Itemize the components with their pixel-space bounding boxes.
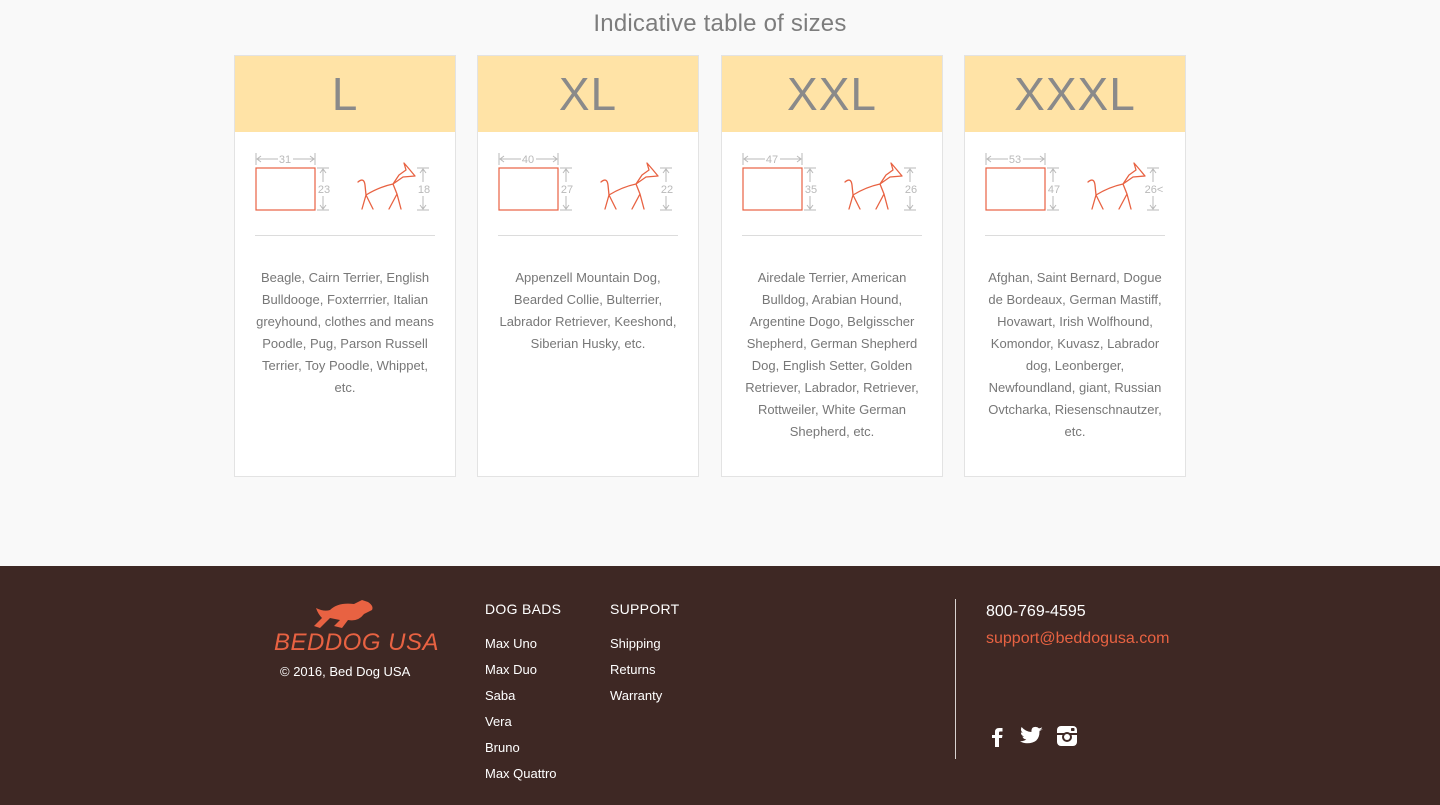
dog-bads-column: DOG BADS Max Uno Max Duo Saba Vera Bruno… (485, 601, 561, 787)
card-divider (498, 235, 678, 236)
footer-link-max-uno[interactable]: Max Uno (485, 631, 561, 657)
dog-icon (600, 162, 659, 210)
bed-width: 47 (766, 154, 778, 166)
breed-list: Afghan, Saint Bernard, Dogue de Bordeaux… (988, 270, 1162, 439)
support-column: SUPPORT Shipping Returns Warranty (610, 601, 680, 709)
bed-depth: 23 (318, 184, 330, 196)
breed-list: Airedale Terrier, American Bulldog, Arab… (745, 270, 919, 439)
dog-height: 22 (661, 184, 673, 196)
dog-height: 18 (418, 184, 430, 196)
bed-width: 31 (279, 154, 291, 166)
footer-link-shipping[interactable]: Shipping (610, 631, 680, 657)
bed-depth: 35 (805, 184, 817, 196)
dog-icon (844, 162, 903, 210)
bed-dimensions-diagram: 47 35 26 (742, 153, 917, 211)
dog-icon (357, 162, 416, 210)
card-divider (742, 235, 922, 236)
dog-height: 26< (1145, 184, 1164, 196)
phone-number[interactable]: 800-769-4595 (986, 603, 1086, 621)
page-title: Indicative table of sizes (593, 10, 847, 37)
size-label: XXXL (965, 56, 1185, 132)
facebook-icon[interactable] (985, 724, 1009, 748)
footer-divider (955, 599, 956, 759)
size-card-xxxl: XXXL 53 47 26< Afghan, Saint Bernard, Do… (964, 55, 1186, 477)
bed-width: 53 (1009, 154, 1021, 166)
size-label: XL (478, 56, 698, 132)
dog-icon (1087, 162, 1146, 210)
size-label: L (235, 56, 455, 132)
footer-link-vera[interactable]: Vera (485, 709, 561, 735)
bed-depth: 27 (561, 184, 573, 196)
footer-link-returns[interactable]: Returns (610, 657, 680, 683)
bed-dimensions-diagram: 40 27 22 (498, 153, 673, 211)
bed-dimensions-diagram: 31 23 18 (255, 153, 430, 211)
dog-bads-title: DOG BADS (485, 601, 562, 617)
instagram-icon[interactable] (1055, 724, 1079, 748)
footer (0, 566, 1440, 805)
size-cards: L 31 23 18 Beagle, Cairn Terrier, Englis… (234, 55, 1186, 477)
card-divider (985, 235, 1165, 236)
size-card-xl: XL 40 27 22 Appenzell Mountain Dog, Bear… (477, 55, 699, 477)
size-card-l: L 31 23 18 Beagle, Cairn Terrier, Englis… (234, 55, 456, 477)
size-label: XXL (722, 56, 942, 132)
card-divider (255, 235, 435, 236)
footer-link-saba[interactable]: Saba (485, 683, 561, 709)
breed-list: Appenzell Mountain Dog, Bearded Collie, … (499, 270, 677, 351)
support-email-link[interactable]: support@beddogusa.com (986, 630, 1169, 648)
bed-dimensions-diagram: 53 47 26< (985, 153, 1164, 211)
size-card-xxl: XXL 47 35 26 Airedale Terrier, American … (721, 55, 943, 477)
breed-list: Beagle, Cairn Terrier, English Bulldooge… (256, 270, 434, 395)
logo-text: BEDDOG USA (274, 629, 440, 656)
twitter-icon[interactable] (1020, 724, 1044, 748)
dog-height: 26 (905, 184, 917, 196)
bed-width: 40 (522, 154, 534, 166)
footer-link-bruno[interactable]: Bruno (485, 735, 561, 761)
footer-link-warranty[interactable]: Warranty (610, 683, 680, 709)
support-title: SUPPORT (610, 601, 680, 617)
footer-link-max-duo[interactable]: Max Duo (485, 657, 561, 683)
footer-link-max-quattro[interactable]: Max Quattro (485, 761, 561, 787)
copyright: © 2016, Bed Dog USA (280, 664, 411, 679)
bed-depth: 47 (1048, 184, 1060, 196)
leaping-dog-icon (314, 600, 373, 628)
